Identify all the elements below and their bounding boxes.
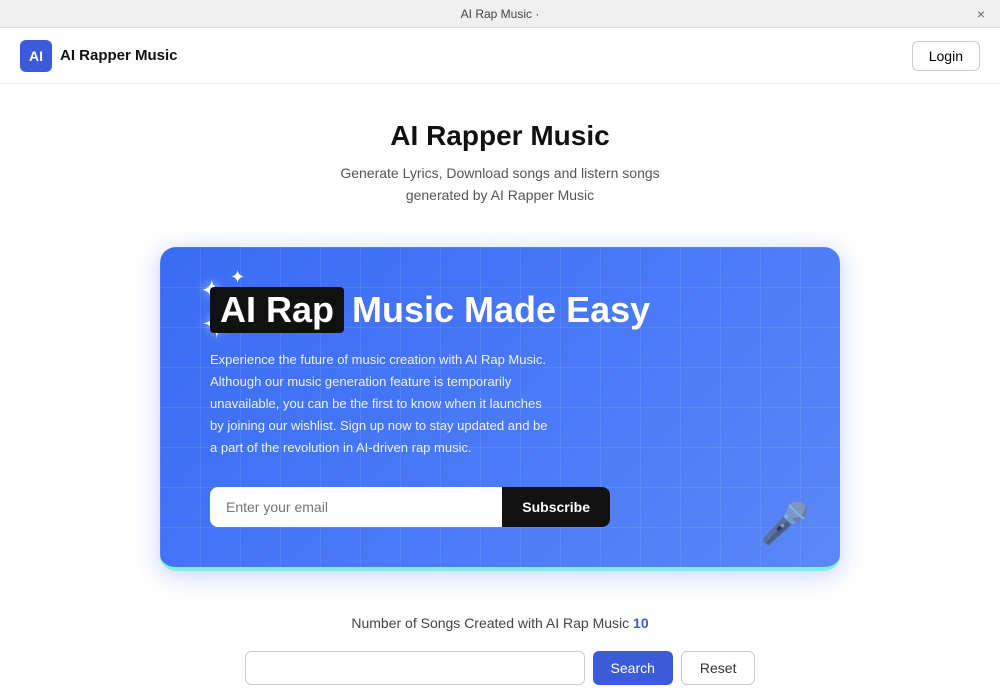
songs-count-label: Number of Songs Created with AI Rap Musi… [351,615,629,631]
banner-heading-highlight: AI Rap [210,287,344,333]
subscribe-button[interactable]: Subscribe [502,487,610,527]
app-logo: AI AI Rapper Music [20,40,178,72]
app-logo-icon: AI [20,40,52,72]
login-button[interactable]: Login [912,41,980,71]
close-icon[interactable]: × [972,5,990,23]
reset-button[interactable]: Reset [681,651,756,685]
songs-count-number: 10 [633,615,649,631]
search-section: Search Reset [0,643,1000,693]
email-input[interactable] [210,487,502,527]
banner-content: AI Rap Music Made Easy Experience the fu… [210,287,790,527]
banner-heading-rest: Music Made Easy [352,289,650,331]
banner-card: ✦ ✦ 🎤 AI Rap Music Made Easy Experience … [160,247,840,571]
app-logo-text: AI Rapper Music [60,47,178,64]
search-input[interactable] [245,651,585,685]
songs-count-section: Number of Songs Created with AI Rap Musi… [0,591,1000,643]
title-bar: AI Rap Music · × [0,0,1000,28]
hero-title: AI Rapper Music [20,120,980,152]
app-header: AI AI Rapper Music Login [0,28,1000,84]
hero-section: AI Rapper Music Generate Lyrics, Downloa… [0,84,1000,227]
star-decoration-small: ✦ [230,267,245,288]
title-bar-text: AI Rap Music · [461,7,540,21]
hero-subtitle-line1: Generate Lyrics, Download songs and list… [20,162,980,184]
search-button[interactable]: Search [593,651,673,685]
banner-heading: AI Rap Music Made Easy [210,287,790,333]
banner-description: Experience the future of music creation … [210,349,550,459]
email-row: Subscribe [210,487,610,527]
banner-wrapper: ✦ ✦ 🎤 AI Rap Music Made Easy Experience … [0,227,1000,591]
hero-subtitle-line2: generated by AI Rapper Music [20,184,980,206]
